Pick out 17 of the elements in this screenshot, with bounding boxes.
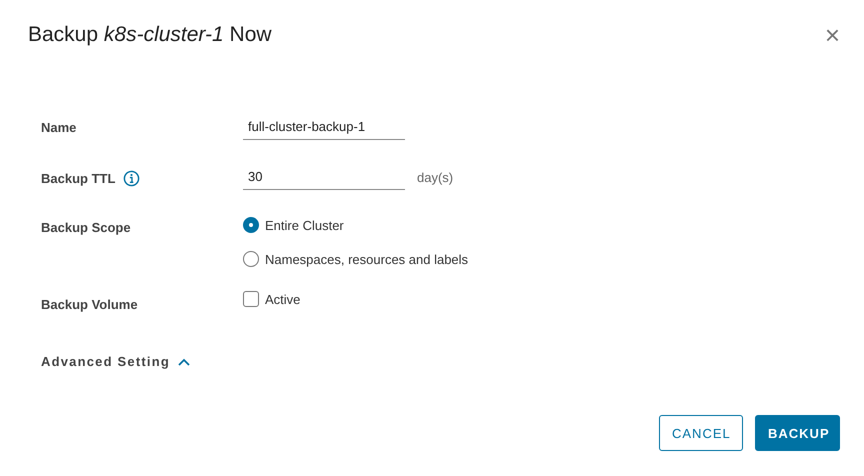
field-label: Backup TTL [41,171,116,186]
advanced-setting-toggle[interactable]: Advanced Setting [41,354,190,369]
close-button[interactable]: × [824,22,840,48]
field-label: Backup Scope [41,220,131,235]
cancel-button[interactable]: CANCEL [659,415,743,451]
dialog-title: Backup k8s-cluster-1 Now [28,23,272,47]
checkbox[interactable] [243,291,259,307]
radio-label: Namespaces, resources and labels [265,252,468,266]
field-label: Backup Volume [41,297,138,312]
radio-button[interactable] [243,251,259,267]
backup-button[interactable]: BACKUP [755,415,840,451]
checkbox-label: Active [265,292,300,306]
radio-button[interactable] [243,217,259,233]
field-label: Name [41,120,76,135]
unit-label: day(s) [417,170,454,184]
radio-label: Entire Cluster [265,218,344,232]
info-icon[interactable] [123,170,140,187]
